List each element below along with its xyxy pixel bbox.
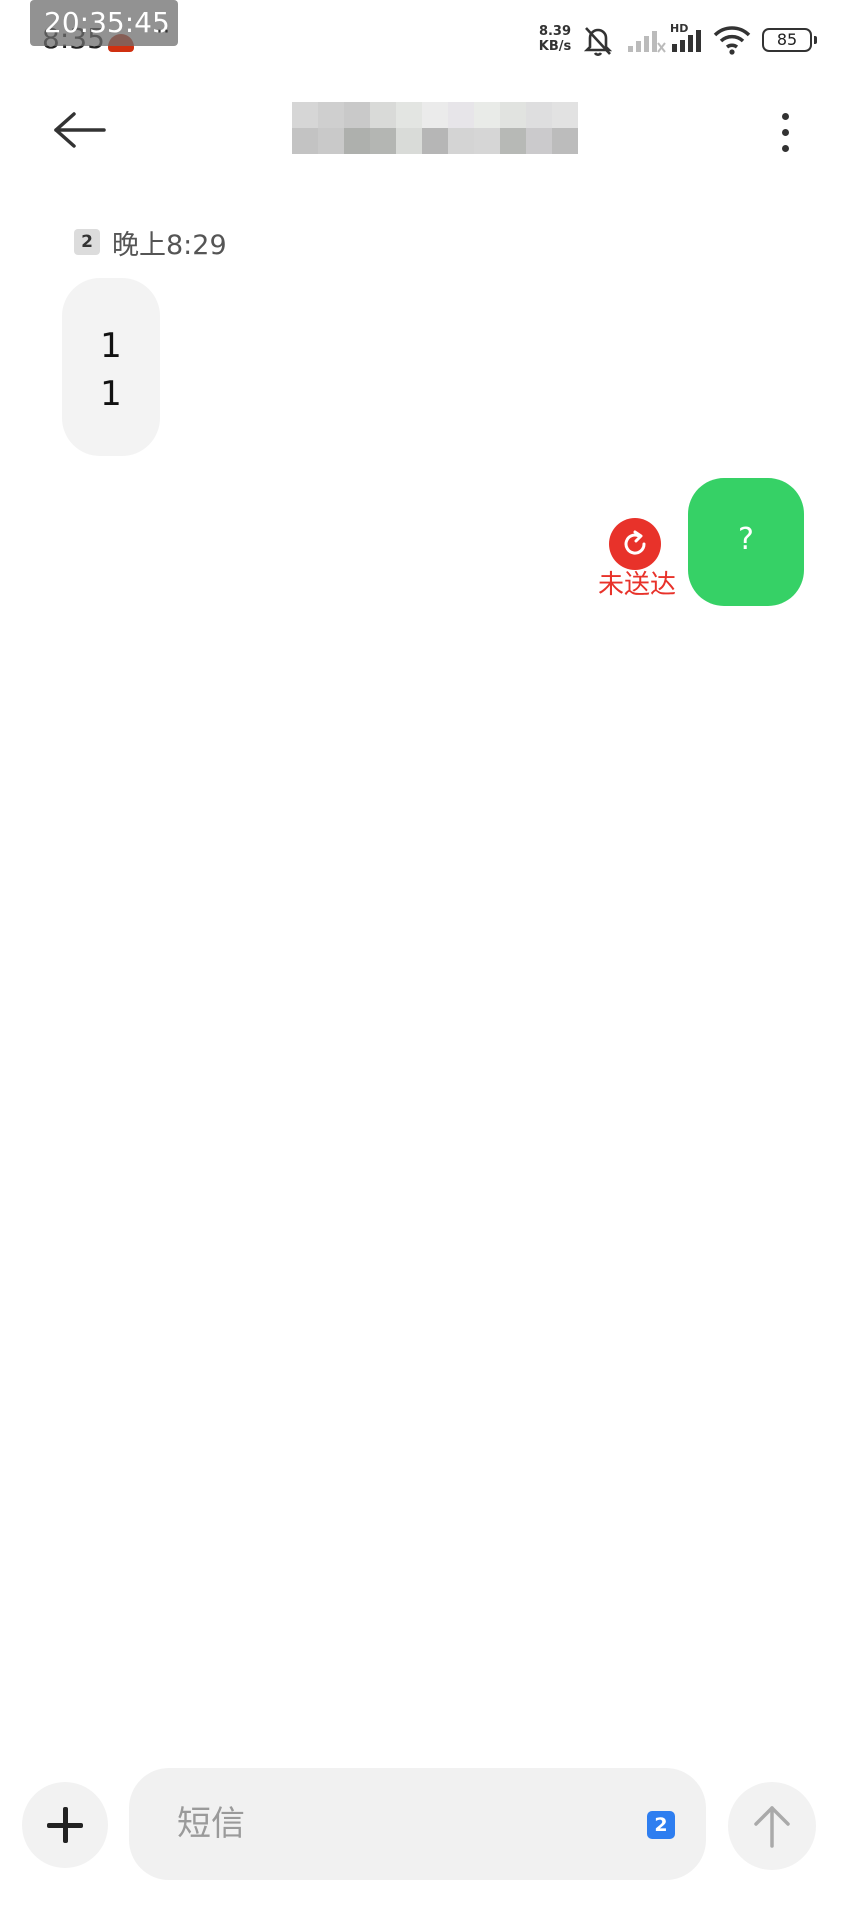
back-button[interactable] [52,110,116,158]
arrow-up-icon [754,1806,790,1848]
conversation-header [0,90,864,176]
network-speed: 8.39 KB/s [533,24,577,54]
more-dots-icon [781,113,789,120]
message-input-box: 2 [129,1768,706,1880]
bell-muted-icon [583,27,613,56]
more-notifications-icon: ·· [156,20,170,45]
battery-icon: 85 [762,28,817,52]
message-input[interactable] [177,1794,597,1854]
resend-button[interactable] [609,518,661,570]
wifi-icon [713,26,751,55]
delivery-failed-label: 未送达 [597,570,676,600]
message-timestamp: 晚上8:29 [112,229,227,261]
message-meta: 2 晚上8:29 [74,226,227,261]
outgoing-message-text: ? [738,522,754,557]
send-button[interactable] [728,1782,816,1870]
add-attachment-button[interactable] [22,1782,108,1868]
outgoing-message-bubble[interactable]: ? [688,478,804,606]
more-options-button[interactable] [770,108,800,162]
signal-sim2-icon [672,30,701,52]
network-speed-unit: KB/s [538,39,572,54]
signal-sim1-icon [628,31,666,53]
incoming-message-bubble[interactable]: 1 1 [62,278,160,456]
arrow-left-icon [54,112,106,148]
sim-badge: 2 [74,229,100,255]
sim-select-button[interactable]: 2 [647,1811,675,1839]
refresh-icon [624,530,646,555]
contact-name-redacted [288,102,592,154]
incoming-message-text: 1 1 [100,326,122,414]
network-speed-value: 8.39 [538,24,572,39]
status-bar: 8:35 20:35:45 ·· 8.39 KB/s HD 85 [0,0,864,80]
